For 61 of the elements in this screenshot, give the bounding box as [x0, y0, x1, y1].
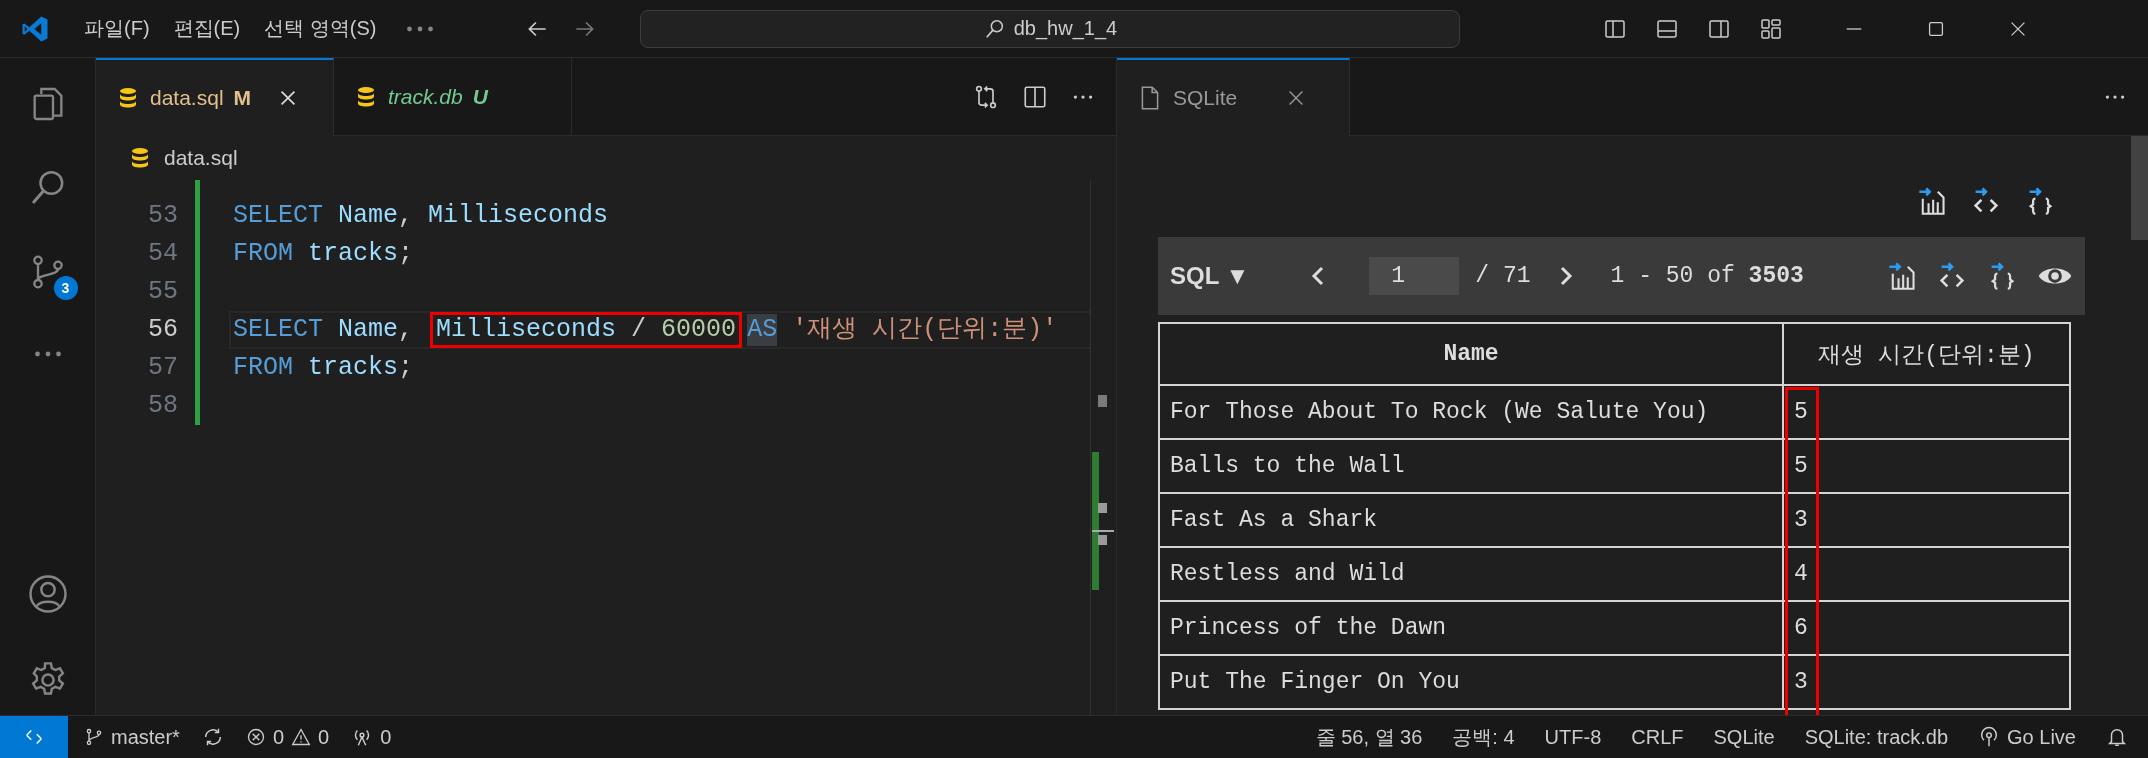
- table-cell: 3: [1783, 493, 2070, 547]
- line-number: 58: [147, 390, 178, 422]
- error-icon: [245, 727, 266, 747]
- go-live-button[interactable]: Go Live: [2007, 725, 2076, 749]
- table-cell: 4: [1783, 547, 2070, 601]
- error-count[interactable]: 0: [272, 725, 285, 749]
- search-field[interactable]: db_hw_1_4: [640, 9, 1461, 48]
- table-cell: Put The Finger On You: [1159, 655, 1783, 709]
- table-cell: 5: [1783, 385, 2070, 439]
- branch-icon: [84, 727, 104, 747]
- column-header[interactable]: Name: [1159, 323, 1783, 385]
- code-text: SELECT Name, Milliseconds: [233, 200, 609, 232]
- line-number: 57: [147, 352, 178, 384]
- row-range-text: 1 - 50 of 3503: [1610, 263, 1804, 289]
- line-number: 56: [147, 314, 178, 346]
- menu-item[interactable]: 편집(E): [161, 15, 253, 42]
- breadcrumb-item[interactable]: data.sql: [164, 146, 238, 170]
- editor-tab[interactable]: data.sql M: [96, 58, 334, 136]
- split-editor-icon[interactable]: [1022, 83, 1048, 110]
- line-number: 55: [147, 276, 178, 308]
- status-item[interactable]: 공백: 4: [1452, 723, 1515, 751]
- word-highlight: AS: [747, 314, 778, 346]
- column-header[interactable]: 재생 시간(단위:분): [1783, 323, 2070, 385]
- status-item[interactable]: SQLite: [1713, 725, 1775, 749]
- table-cell: For Those About To Rock (We Salute You): [1159, 385, 1783, 439]
- sqlite-tab[interactable]: SQLite: [1117, 58, 1350, 136]
- table-cell: 6: [1783, 601, 2070, 655]
- account-icon[interactable]: [26, 573, 69, 615]
- status-item[interactable]: UTF-8: [1544, 725, 1602, 749]
- export-chart-icon[interactable]: [1887, 261, 1917, 291]
- menu-item[interactable]: 파일(F): [72, 15, 162, 42]
- editor-tab[interactable]: track.db U: [334, 58, 572, 135]
- page-count: / 71: [1475, 263, 1531, 289]
- highlight-box: Milliseconds / 60000: [430, 312, 743, 348]
- table-cell: Princess of the Dawn: [1159, 601, 1783, 655]
- warning-count[interactable]: 0: [318, 725, 330, 749]
- warning-icon: [291, 727, 312, 747]
- table-cell: Restless and Wild: [1159, 547, 1783, 601]
- line-number: 53: [147, 200, 178, 232]
- menu-item[interactable]: 선택 영역(S): [252, 15, 389, 42]
- bell-icon[interactable]: [2106, 726, 2128, 748]
- line-number: 54: [147, 238, 178, 270]
- status-item[interactable]: CRLF: [1631, 725, 1684, 749]
- status-item[interactable]: 줄 56, 열 36: [1315, 723, 1423, 751]
- mode-dropdown[interactable]: SQL ▼: [1170, 262, 1250, 290]
- table-cell: Balls to the Wall: [1159, 439, 1783, 493]
- code-text: FROM tracks;: [233, 238, 414, 270]
- port-count[interactable]: 0: [380, 725, 392, 749]
- branch-name[interactable]: master*: [111, 725, 180, 749]
- code-text: SELECT Name,: [233, 314, 415, 346]
- table-cell: 3: [1783, 655, 2070, 709]
- grid-layout-icon[interactable]: [1759, 16, 1784, 41]
- page-input-field[interactable]: 1: [1369, 257, 1460, 295]
- scrollbar-thumb[interactable]: [2131, 136, 2148, 240]
- search-icon: [983, 17, 1006, 40]
- table-cell: 5: [1783, 439, 2070, 493]
- status-item[interactable]: SQLite: track.db: [1804, 725, 1949, 749]
- count-badge: 3: [53, 276, 78, 300]
- code-text: '재생 시간(단위:분)': [791, 314, 1058, 346]
- code-text: FROM tracks;: [233, 352, 414, 384]
- table-cell: Fast As a Shark: [1159, 493, 1783, 547]
